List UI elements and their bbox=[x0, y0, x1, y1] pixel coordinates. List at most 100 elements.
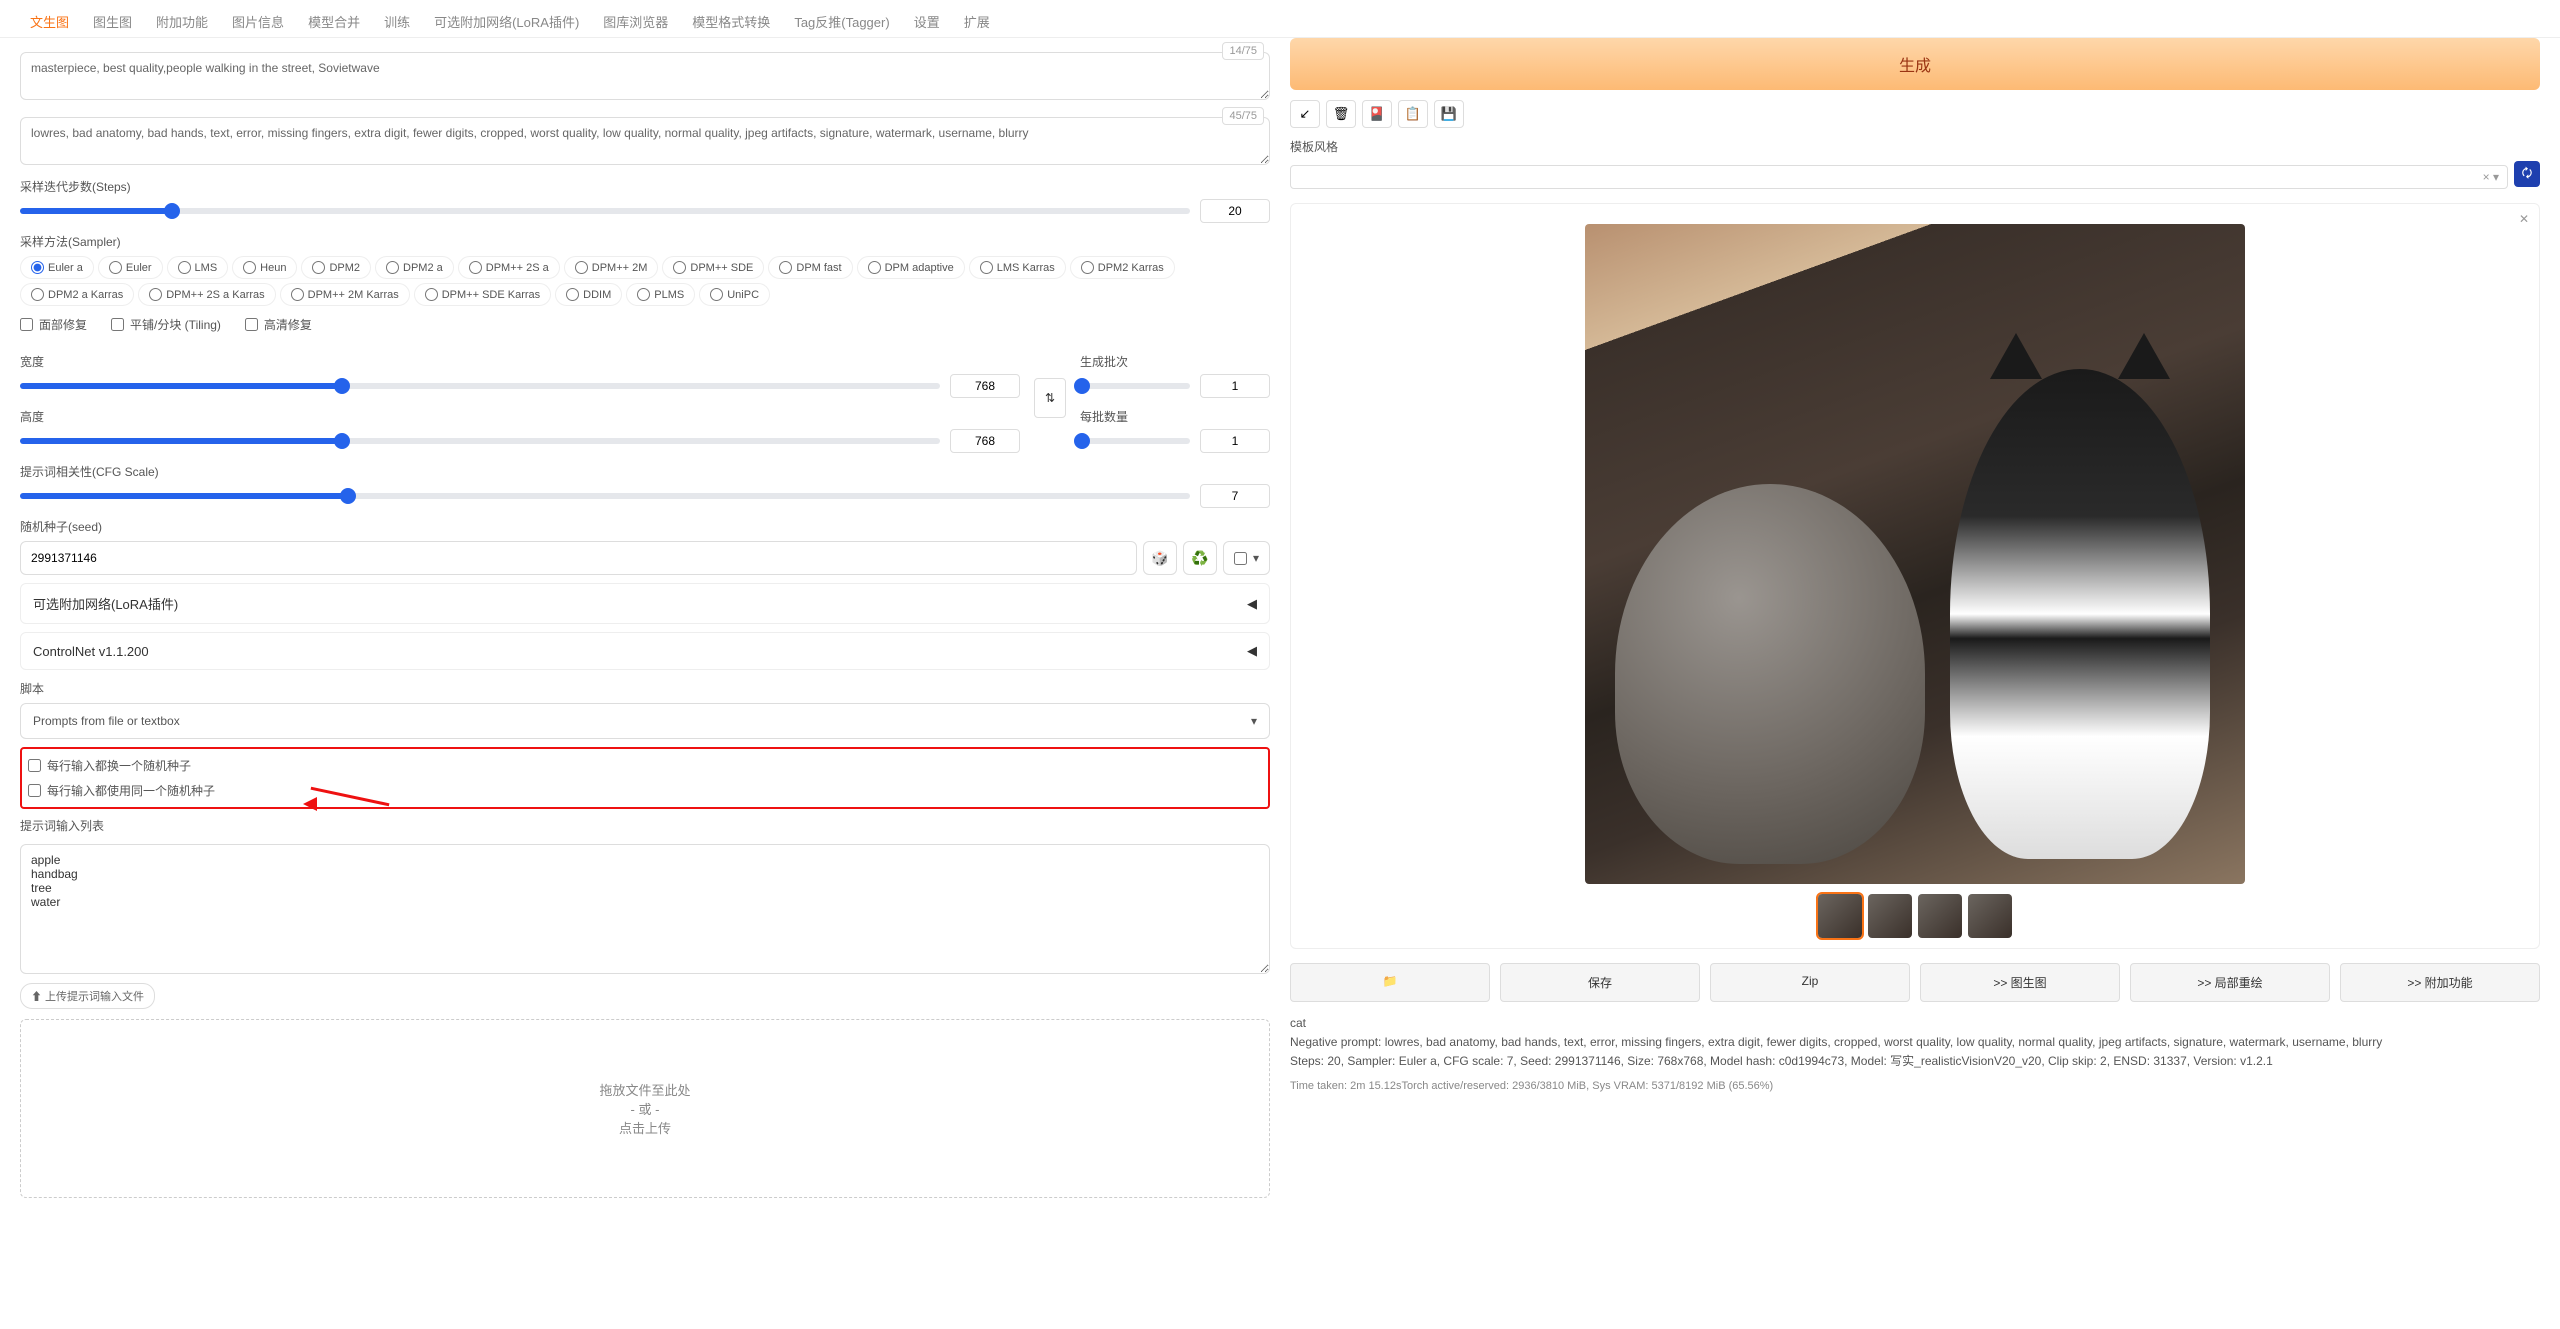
sampler-unipc[interactable]: UniPC bbox=[699, 283, 770, 306]
thumbnail-2[interactable] bbox=[1868, 894, 1912, 938]
sampler-dpm-2m[interactable]: DPM++ 2M bbox=[564, 256, 659, 279]
seed-extra-check[interactable]: ▾ bbox=[1223, 541, 1270, 575]
sampler-label: 采样方法(Sampler) bbox=[20, 233, 1270, 250]
arrow-icon-button[interactable]: ↙ bbox=[1290, 100, 1320, 128]
tab-7[interactable]: 图库浏览器 bbox=[593, 6, 678, 37]
same-seed-check[interactable]: 每行输入都使用同一个随机种子 bbox=[28, 778, 1262, 803]
send-to-img2img-button[interactable]: >> 图生图 bbox=[1920, 963, 2120, 1002]
cfg-slider[interactable] bbox=[20, 493, 1190, 499]
cfg-value[interactable] bbox=[1200, 484, 1270, 508]
output-gallery: ✕ bbox=[1290, 203, 2540, 949]
negative-prompt-input[interactable]: lowres, bad anatomy, bad hands, text, er… bbox=[20, 117, 1270, 165]
script-select[interactable]: Prompts from file or textbox▾ bbox=[20, 703, 1270, 739]
sampler-dpm-sde[interactable]: DPM++ SDE bbox=[662, 256, 764, 279]
thumbnail-1[interactable] bbox=[1818, 894, 1862, 938]
prompt-input[interactable]: masterpiece, best quality,people walking… bbox=[20, 52, 1270, 100]
sampler-dpm-sde-karras[interactable]: DPM++ SDE Karras bbox=[414, 283, 551, 306]
iterate-seed-check[interactable]: 每行输入都换一个随机种子 bbox=[28, 753, 1262, 778]
thumbnail-4[interactable] bbox=[1968, 894, 2012, 938]
swap-wh-button[interactable]: ⇅ bbox=[1034, 378, 1066, 418]
sampler-dpm-2s-a-karras[interactable]: DPM++ 2S a Karras bbox=[138, 283, 275, 306]
sampler-dpm-2m-karras[interactable]: DPM++ 2M Karras bbox=[280, 283, 410, 306]
sampler-lms-karras[interactable]: LMS Karras bbox=[969, 256, 1066, 279]
save-button[interactable]: 保存 bbox=[1500, 963, 1700, 1002]
steps-label: 采样迭代步数(Steps) bbox=[20, 178, 1270, 195]
batch-count-label: 生成批次 bbox=[1080, 353, 1270, 370]
batch-count-slider[interactable] bbox=[1080, 383, 1190, 389]
height-slider[interactable] bbox=[20, 438, 940, 444]
generation-info: cat Negative prompt: lowres, bad anatomy… bbox=[1290, 1014, 2540, 1095]
trash-icon-button[interactable]: 🗑 bbox=[1326, 100, 1356, 128]
prompt-list-label: 提示词输入列表 bbox=[20, 817, 1270, 834]
tab-2[interactable]: 附加功能 bbox=[146, 6, 218, 37]
send-to-inpaint-button[interactable]: >> 局部重绘 bbox=[2130, 963, 2330, 1002]
sampler-euler-a[interactable]: Euler a bbox=[20, 256, 94, 279]
sampler-dpm2-karras[interactable]: DPM2 Karras bbox=[1070, 256, 1175, 279]
sampler-heun[interactable]: Heun bbox=[232, 256, 297, 279]
prompt-token-count: 14/75 bbox=[1222, 42, 1264, 60]
tab-9[interactable]: Tag反推(Tagger) bbox=[784, 6, 899, 37]
open-folder-button[interactable]: 📁 bbox=[1290, 963, 1490, 1002]
top-tabs: 文生图图生图附加功能图片信息模型合并训练可选附加网络(LoRA插件)图库浏览器模… bbox=[0, 0, 2560, 38]
style-select[interactable]: × ▾ bbox=[1290, 165, 2508, 189]
height-label: 高度 bbox=[20, 408, 1020, 425]
tab-3[interactable]: 图片信息 bbox=[222, 6, 294, 37]
width-label: 宽度 bbox=[20, 353, 1020, 370]
lora-accordion[interactable]: 可选附加网络(LoRA插件)◀ bbox=[20, 583, 1270, 624]
tab-11[interactable]: 扩展 bbox=[954, 6, 1000, 37]
refresh-styles-button[interactable]: 🗘 bbox=[2514, 161, 2540, 187]
tab-6[interactable]: 可选附加网络(LoRA插件) bbox=[424, 6, 589, 37]
tab-10[interactable]: 设置 bbox=[904, 6, 950, 37]
neg-token-count: 45/75 bbox=[1222, 107, 1264, 125]
caret-down-icon: ▾ bbox=[1251, 714, 1257, 728]
sampler-group: Euler aEulerLMSHeunDPM2DPM2 aDPM++ 2S aD… bbox=[20, 256, 1270, 306]
width-value[interactable] bbox=[950, 374, 1020, 398]
batch-size-value[interactable] bbox=[1200, 429, 1270, 453]
sampler-euler[interactable]: Euler bbox=[98, 256, 163, 279]
hires-check[interactable]: 高清修复 bbox=[245, 316, 312, 333]
sampler-lms[interactable]: LMS bbox=[167, 256, 229, 279]
tab-4[interactable]: 模型合并 bbox=[298, 6, 370, 37]
zip-button[interactable]: Zip bbox=[1710, 963, 1910, 1002]
clipboard-icon-button[interactable]: 📋 bbox=[1398, 100, 1428, 128]
save-icon-button[interactable]: 💾 bbox=[1434, 100, 1464, 128]
seed-input[interactable] bbox=[20, 541, 1137, 575]
caret-left-icon: ◀ bbox=[1247, 643, 1257, 659]
seed-random-button[interactable]: 🎲 bbox=[1143, 541, 1177, 575]
send-to-extras-button[interactable]: >> 附加功能 bbox=[2340, 963, 2540, 1002]
output-image[interactable] bbox=[1585, 224, 2245, 884]
script-label: 脚本 bbox=[20, 680, 1270, 697]
tab-5[interactable]: 训练 bbox=[374, 6, 420, 37]
sampler-plms[interactable]: PLMS bbox=[626, 283, 695, 306]
sampler-dpm-adaptive[interactable]: DPM adaptive bbox=[857, 256, 965, 279]
styles-icon-button[interactable]: 🎴 bbox=[1362, 100, 1392, 128]
sampler-dpm2-a[interactable]: DPM2 a bbox=[375, 256, 454, 279]
tab-0[interactable]: 文生图 bbox=[20, 6, 79, 37]
batch-count-value[interactable] bbox=[1200, 374, 1270, 398]
face-restore-check[interactable]: 面部修复 bbox=[20, 316, 87, 333]
tab-8[interactable]: 模型格式转换 bbox=[682, 6, 780, 37]
sampler-dpm2-a-karras[interactable]: DPM2 a Karras bbox=[20, 283, 134, 306]
generate-button[interactable]: 生成 bbox=[1290, 38, 2540, 90]
width-slider[interactable] bbox=[20, 383, 940, 389]
height-value[interactable] bbox=[950, 429, 1020, 453]
seed-reuse-button[interactable]: ♻️ bbox=[1183, 541, 1217, 575]
batch-size-slider[interactable] bbox=[1080, 438, 1190, 444]
prompt-list-input[interactable]: apple handbag tree water bbox=[20, 844, 1270, 974]
controlnet-accordion[interactable]: ControlNet v1.1.200◀ bbox=[20, 632, 1270, 670]
sampler-dpm2[interactable]: DPM2 bbox=[301, 256, 371, 279]
cfg-label: 提示词相关性(CFG Scale) bbox=[20, 463, 1270, 480]
steps-slider[interactable] bbox=[20, 208, 1190, 214]
upload-prompts-button[interactable]: ⬆ 上传提示词输入文件 bbox=[20, 983, 155, 1009]
steps-value[interactable] bbox=[1200, 199, 1270, 223]
sampler-dpm-fast[interactable]: DPM fast bbox=[768, 256, 852, 279]
sampler-ddim[interactable]: DDIM bbox=[555, 283, 622, 306]
seed-label: 随机种子(seed) bbox=[20, 518, 1270, 535]
tiling-check[interactable]: 平铺/分块 (Tiling) bbox=[111, 316, 221, 333]
thumbnail-3[interactable] bbox=[1918, 894, 1962, 938]
sampler-dpm-2s-a[interactable]: DPM++ 2S a bbox=[458, 256, 560, 279]
tab-1[interactable]: 图生图 bbox=[83, 6, 142, 37]
style-label: 模板风格 bbox=[1290, 138, 2540, 155]
file-drop-zone[interactable]: 拖放文件至此处 - 或 - 点击上传 bbox=[20, 1019, 1270, 1198]
close-icon[interactable]: ✕ bbox=[2519, 212, 2529, 226]
